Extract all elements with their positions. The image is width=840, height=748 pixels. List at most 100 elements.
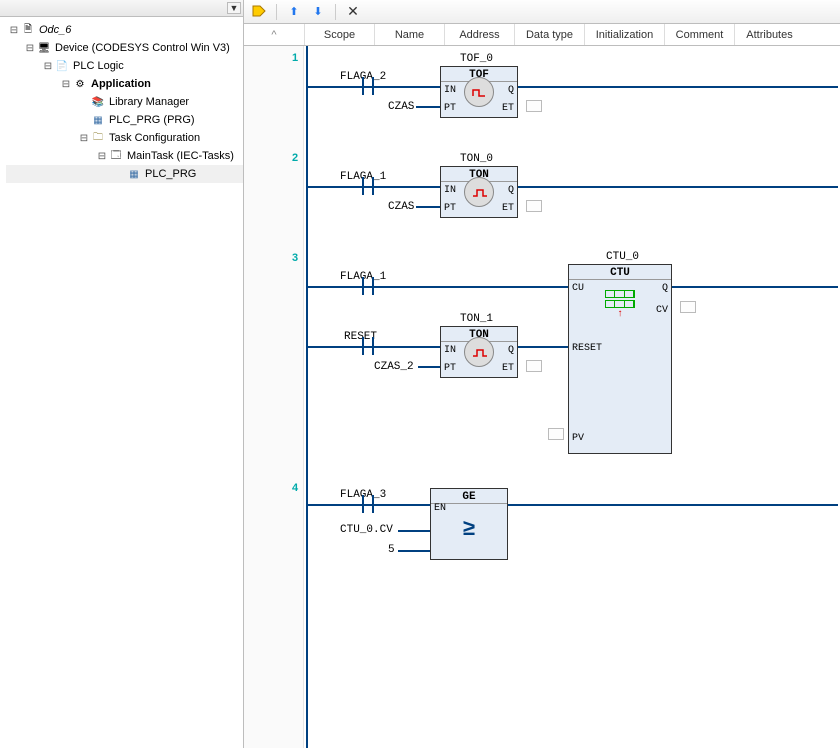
pin-pt: PT bbox=[444, 363, 456, 374]
ge-in1-label: CTU_0.CV bbox=[340, 524, 393, 536]
fb-ge[interactable]: GE EN ≥ bbox=[430, 488, 508, 560]
tree-header: ▼ bbox=[0, 0, 243, 17]
toolbar-btn-down[interactable]: ⬇ bbox=[309, 3, 327, 21]
pt1-label: CZAS bbox=[388, 101, 414, 113]
pin-q: Q bbox=[508, 185, 514, 196]
ge-operator-icon: ≥ bbox=[463, 515, 475, 541]
wire bbox=[518, 186, 838, 188]
pin-cu: CU bbox=[572, 283, 584, 294]
taskcfg-icon: 🗀 bbox=[90, 130, 106, 146]
tree-device[interactable]: ⊟ 🖥 Device (CODESYS Control Win V3) bbox=[6, 39, 243, 57]
wire bbox=[416, 106, 440, 108]
tree-plc-logic-label: PLC Logic bbox=[73, 60, 124, 72]
tree-device-label: Device (CODESYS Control Win V3) bbox=[55, 42, 230, 54]
ladder-editor[interactable]: 1 FLAGA_2 CZAS TOF_0 TOF IN PT Q ET bbox=[244, 46, 840, 748]
wire bbox=[418, 366, 440, 368]
pin-in: IN bbox=[444, 85, 456, 96]
tree-plc-prg[interactable]: ▦ PLC_PRG (PRG) bbox=[6, 111, 243, 129]
col-attr[interactable]: Attributes bbox=[734, 24, 804, 45]
ge-in2-label: 5 bbox=[388, 544, 395, 556]
pin-q: Q bbox=[508, 85, 514, 96]
pin-in: IN bbox=[444, 185, 456, 196]
contact-flaga3[interactable] bbox=[356, 495, 380, 513]
rung-number-4: 4 bbox=[292, 482, 298, 494]
fb-tof0[interactable]: TOF IN PT Q ET bbox=[440, 66, 518, 118]
device-icon: 🖥 bbox=[36, 40, 52, 56]
decl-expand-icon[interactable]: ^ bbox=[244, 24, 304, 45]
col-name[interactable]: Name bbox=[374, 24, 444, 45]
task-icon: 🗔 bbox=[108, 148, 124, 164]
fb-ton1[interactable]: TON IN PT Q ET bbox=[440, 326, 518, 378]
tof0-name-label: TOF_0 bbox=[460, 53, 493, 65]
toolbar-btn-tag[interactable] bbox=[250, 3, 268, 21]
col-init[interactable]: Initialization bbox=[584, 24, 664, 45]
counter-icon: ↑ bbox=[605, 290, 635, 319]
tree-task-config-label: Task Configuration bbox=[109, 132, 200, 144]
pin-in: IN bbox=[444, 345, 456, 356]
rung-number-3: 3 bbox=[292, 252, 298, 264]
tree-task-config[interactable]: ⊟ 🗀 Task Configuration bbox=[6, 129, 243, 147]
pin-en: EN bbox=[434, 503, 446, 514]
tree-library-manager[interactable]: 📚 Library Manager bbox=[6, 93, 243, 111]
wire bbox=[416, 206, 440, 208]
ton1-name-label: TON_1 bbox=[460, 313, 493, 325]
editor-panel: ⬆ ⬇ ✕ ^ Scope Name Address Data type Ini… bbox=[244, 0, 840, 748]
contact-flaga1b[interactable] bbox=[356, 277, 380, 295]
et-out-box[interactable] bbox=[526, 360, 542, 372]
pin-pt: PT bbox=[444, 203, 456, 214]
fb-ton0[interactable]: TON IN PT Q ET bbox=[440, 166, 518, 218]
plc-logic-icon: 📄 bbox=[54, 58, 70, 74]
tree-maintask-label: MainTask (IEC-Tasks) bbox=[127, 150, 234, 162]
pin-pt: PT bbox=[444, 103, 456, 114]
pou-icon: ▦ bbox=[90, 112, 106, 128]
contact-flaga1[interactable] bbox=[356, 177, 380, 195]
pin-pv: PV bbox=[572, 433, 584, 444]
tree-application-label: Application bbox=[91, 78, 151, 90]
contact-reset[interactable] bbox=[356, 337, 380, 355]
wire bbox=[398, 550, 430, 552]
contact-flaga2[interactable] bbox=[356, 77, 380, 95]
pt2-label: CZAS bbox=[388, 201, 414, 213]
pv-in-box[interactable] bbox=[548, 428, 564, 440]
pin-et: ET bbox=[502, 203, 514, 214]
tree-application[interactable]: ⊟ ⚙ Application bbox=[6, 75, 243, 93]
col-datatype[interactable]: Data type bbox=[514, 24, 584, 45]
tree-task-pou[interactable]: ▦ PLC_PRG bbox=[6, 165, 243, 183]
timer-icon bbox=[464, 177, 494, 207]
cv-out-box[interactable] bbox=[680, 301, 696, 313]
col-comment[interactable]: Comment bbox=[664, 24, 734, 45]
et-out-box[interactable] bbox=[526, 200, 542, 212]
wire bbox=[672, 286, 838, 288]
toolbar-btn-delete[interactable]: ✕ bbox=[344, 3, 362, 21]
fb-ctu0[interactable]: CTU CU RESET PV Q CV ↑ bbox=[568, 264, 672, 454]
wire bbox=[518, 86, 838, 88]
pin-et: ET bbox=[502, 363, 514, 374]
tree-dropdown-icon[interactable]: ▼ bbox=[227, 2, 241, 14]
rung-number-1: 1 bbox=[292, 52, 298, 64]
tree-plc-logic[interactable]: ⊟ 📄 PLC Logic bbox=[6, 57, 243, 75]
pin-q: Q bbox=[662, 283, 668, 294]
pin-reset: RESET bbox=[572, 343, 602, 354]
pin-cv: CV bbox=[656, 305, 668, 316]
fb-ge-type: GE bbox=[431, 489, 507, 504]
editor-toolbar: ⬆ ⬇ ✕ bbox=[244, 0, 840, 24]
task-pou-icon: ▦ bbox=[126, 166, 142, 182]
tree-maintask[interactable]: ⊟ 🗔 MainTask (IEC-Tasks) bbox=[6, 147, 243, 165]
fb-ctu0-type: CTU bbox=[569, 265, 671, 280]
wire bbox=[508, 504, 838, 506]
col-address[interactable]: Address bbox=[444, 24, 514, 45]
pin-q: Q bbox=[508, 345, 514, 356]
col-scope[interactable]: Scope bbox=[304, 24, 374, 45]
application-icon: ⚙ bbox=[72, 76, 88, 92]
wire bbox=[308, 286, 568, 288]
pin-et: ET bbox=[502, 103, 514, 114]
wire bbox=[398, 530, 430, 532]
toolbar-btn-up[interactable]: ⬆ bbox=[285, 3, 303, 21]
wire bbox=[518, 346, 568, 348]
power-rail bbox=[306, 46, 308, 748]
tree-root[interactable]: ⊟ 🗎 Odc_6 bbox=[6, 21, 243, 39]
rung-number-2: 2 bbox=[292, 152, 298, 164]
et-out-box[interactable] bbox=[526, 100, 542, 112]
tree-root-label: Odc_6 bbox=[39, 24, 71, 36]
timer-icon bbox=[464, 77, 494, 107]
